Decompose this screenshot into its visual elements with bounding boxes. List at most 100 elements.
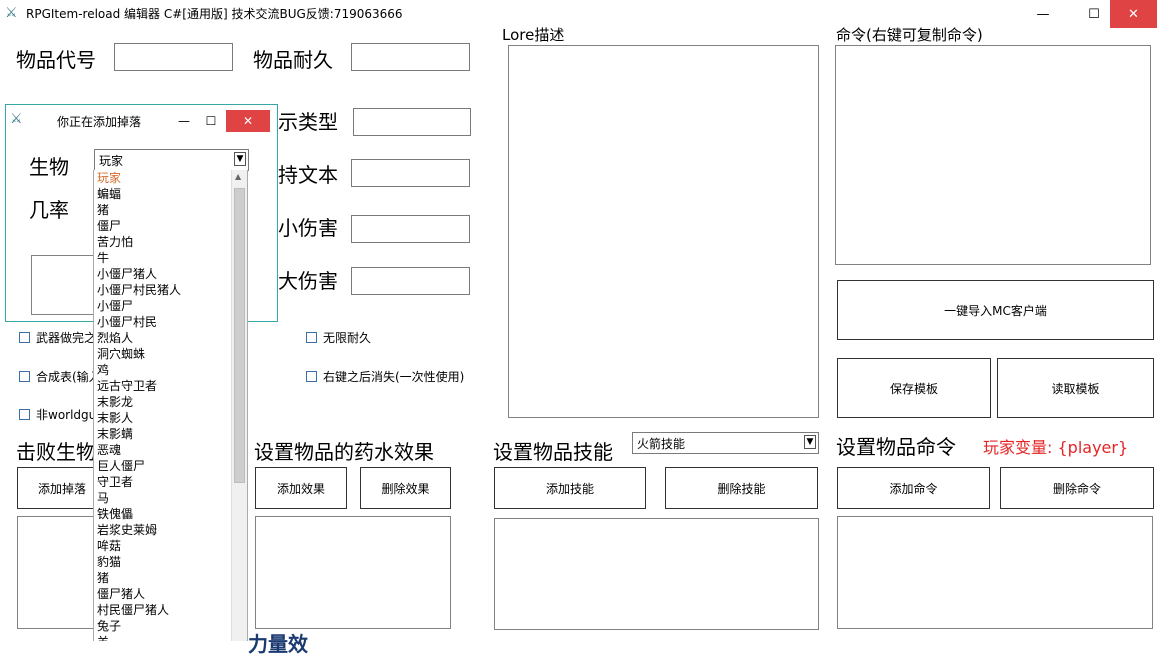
item-code-label: 物品代号: [16, 48, 96, 72]
close-button[interactable]: ✕: [1110, 0, 1157, 28]
minimize-button[interactable]: —: [1030, 0, 1056, 28]
mob-option[interactable]: 守卫者: [94, 474, 247, 490]
delete-effect-button[interactable]: 删除效果: [360, 467, 451, 509]
scroll-up-icon[interactable]: ▲: [235, 172, 241, 181]
dialog-title: 你正在添加掉落: [57, 115, 142, 129]
mob-option[interactable]: 僵尸: [94, 218, 247, 234]
item-durability-input[interactable]: [351, 43, 470, 71]
add-command-button[interactable]: 添加命令: [837, 467, 990, 509]
mob-option[interactable]: 末影人: [94, 410, 247, 426]
kill-mob-title: 击败生物: [16, 440, 96, 464]
max-damage-input[interactable]: [351, 267, 470, 295]
infinite-durability-label: 无限耐久: [323, 331, 372, 345]
dialog-maximize-button[interactable]: ☐: [200, 110, 222, 132]
add-effect-button[interactable]: 添加效果: [255, 467, 347, 509]
mob-option[interactable]: 哞菇: [94, 538, 247, 554]
mob-option[interactable]: 蝙蝠: [94, 186, 247, 202]
load-template-button[interactable]: 读取模板: [997, 358, 1154, 418]
mob-option[interactable]: 鸡: [94, 362, 247, 378]
display-type-input[interactable]: [353, 108, 471, 136]
mob-option[interactable]: 苦力怕: [94, 234, 247, 250]
mob-label: 生物: [29, 155, 69, 179]
disappear-checkbox-label: 右键之后消失(一次性使用): [323, 370, 465, 384]
min-damage-input[interactable]: [351, 215, 470, 243]
command-section-title: 设置物品命令: [836, 435, 956, 459]
delete-skill-button[interactable]: 删除技能: [665, 467, 818, 509]
window-title: RPGItem-reload 编辑器 C#[通用版] 技术交流BUG反馈:719…: [26, 7, 403, 21]
hold-text-input[interactable]: [351, 159, 470, 187]
import-mc-client-button[interactable]: 一键导入MC客户端: [837, 280, 1154, 340]
lore-textarea[interactable]: [508, 45, 819, 418]
mob-option[interactable]: 小僵尸村民猪人: [94, 282, 247, 298]
dialog-sword-icon: ⚔: [10, 111, 23, 127]
mob-option[interactable]: 末影龙: [94, 394, 247, 410]
mob-option[interactable]: 村民僵尸猪人: [94, 602, 247, 618]
mob-option[interactable]: 巨人僵尸: [94, 458, 247, 474]
mob-option[interactable]: 小僵尸村民: [94, 314, 247, 330]
skill-select[interactable]: 火箭技能 ▼: [632, 432, 819, 454]
crafting-checkbox-label: 合成表(输入: [36, 370, 101, 384]
mob-option[interactable]: 豹猫: [94, 554, 247, 570]
potion-section-title: 设置物品的药水效果: [254, 440, 434, 464]
app-sword-icon: ⚔: [5, 5, 18, 21]
skill-list[interactable]: [494, 518, 819, 630]
chevron-down-icon[interactable]: ▼: [234, 152, 246, 166]
mob-option[interactable]: 恶魂: [94, 442, 247, 458]
mob-option[interactable]: 马: [94, 490, 247, 506]
disappear-checkbox[interactable]: 右键之后消失(一次性使用): [306, 368, 464, 385]
bottom-section-title: 力量效: [248, 632, 308, 656]
checkbox-box[interactable]: [306, 332, 317, 343]
checkbox-box[interactable]: [19, 371, 30, 382]
save-template-button[interactable]: 保存模板: [837, 358, 991, 418]
mob-option[interactable]: 烈焰人: [94, 330, 247, 346]
skill-select-value: 火箭技能: [637, 437, 686, 451]
dialog-minimize-button[interactable]: —: [173, 110, 195, 132]
item-code-input[interactable]: [114, 43, 233, 71]
mob-option[interactable]: 羊: [94, 634, 247, 641]
mob-select[interactable]: 玩家 ▼: [94, 149, 249, 171]
command-list[interactable]: [837, 516, 1153, 629]
mob-option[interactable]: 末影螨: [94, 426, 247, 442]
player-variable-hint: 玩家变量: {player}: [983, 438, 1129, 457]
mob-option[interactable]: 牛: [94, 250, 247, 266]
worldguard-checkbox-label: 非worldgu: [36, 408, 97, 422]
min-damage-label: 小伤害: [278, 216, 338, 240]
delete-command-button[interactable]: 删除命令: [1000, 467, 1154, 509]
lore-label: Lore描述: [502, 26, 565, 44]
chevron-down-icon[interactable]: ▼: [804, 435, 816, 449]
commands-textarea[interactable]: [835, 45, 1151, 265]
mob-option[interactable]: 猪: [94, 202, 247, 218]
crafting-checkbox[interactable]: 合成表(输入: [19, 368, 101, 385]
mob-option[interactable]: 小僵尸猪人: [94, 266, 247, 282]
mob-option[interactable]: 兔子: [94, 618, 247, 634]
mob-option[interactable]: 小僵尸: [94, 298, 247, 314]
worldguard-checkbox[interactable]: 非worldgu: [19, 406, 96, 423]
checkbox-box[interactable]: [19, 409, 30, 420]
item-durability-label: 物品耐久: [253, 48, 333, 72]
effect-list[interactable]: [255, 516, 451, 629]
mob-option[interactable]: 洞穴蜘蛛: [94, 346, 247, 362]
checkbox-box[interactable]: [19, 332, 30, 343]
weapon-checkbox-label: 武器做完之: [36, 331, 97, 345]
scrollbar-thumb[interactable]: [234, 188, 245, 483]
mob-option[interactable]: 玩家: [94, 170, 247, 186]
mob-option[interactable]: 铁傀儡: [94, 506, 247, 522]
maximize-button[interactable]: ☐: [1081, 0, 1107, 28]
dialog-close-button[interactable]: ✕: [226, 110, 270, 132]
add-skill-button[interactable]: 添加技能: [494, 467, 646, 509]
mob-option[interactable]: 僵尸猪人: [94, 586, 247, 602]
mob-option[interactable]: 猪: [94, 570, 247, 586]
chance-input[interactable]: [31, 255, 101, 315]
weapon-checkbox[interactable]: 武器做完之: [19, 329, 96, 346]
dropdown-scrollbar[interactable]: ▲: [231, 170, 247, 641]
mob-dropdown-list[interactable]: 玩家 蝙蝠猪僵尸 苦力怕牛小僵尸猪人 小僵尸村民猪人 小僵尸 小僵尸村民 烈焰人 洞穴蜘蛛鸡远…: [93, 170, 248, 641]
mob-select-value: 玩家: [99, 154, 124, 168]
mob-option[interactable]: 岩浆史莱姆: [94, 522, 247, 538]
chance-label: 几率: [29, 198, 69, 222]
hold-text-label: 持文本: [278, 163, 338, 187]
display-type-label: 示类型: [278, 110, 338, 134]
infinite-durability-checkbox[interactable]: 无限耐久: [306, 329, 371, 346]
checkbox-box[interactable]: [306, 371, 317, 382]
mob-option[interactable]: 远古守卫者: [94, 378, 247, 394]
max-damage-label: 大伤害: [278, 269, 338, 293]
